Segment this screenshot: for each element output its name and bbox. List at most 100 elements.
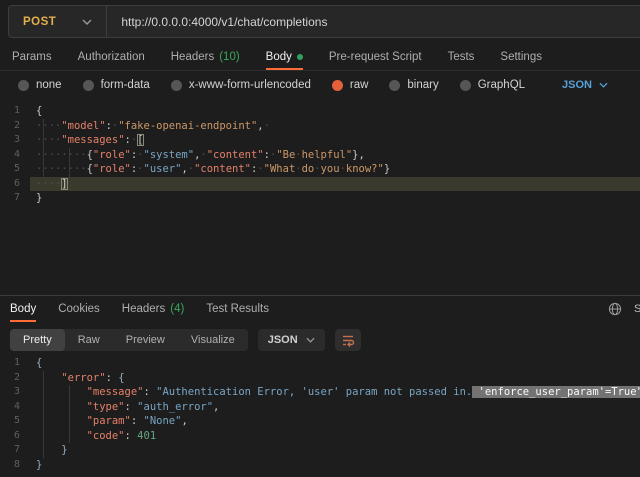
code-line: 6····] bbox=[0, 177, 640, 192]
code-line: 6 "code": 401 bbox=[0, 429, 640, 444]
code-line: 3····"messages":·[ bbox=[0, 133, 640, 148]
headers-count-badge: (10) bbox=[219, 51, 239, 63]
wrap-lines-button[interactable] bbox=[335, 329, 361, 351]
code-line: 7 } bbox=[0, 443, 640, 458]
code-line: 4 "type": "auth_error", bbox=[0, 400, 640, 415]
radio-icon bbox=[18, 80, 29, 91]
response-code-lines: 1{2 "error": {3 "message": "Authenticati… bbox=[0, 353, 640, 472]
code-line: 1{ bbox=[0, 104, 640, 119]
response-tab-body[interactable]: Body bbox=[10, 296, 36, 322]
indent-guide bbox=[43, 371, 44, 458]
active-tab-underline bbox=[266, 68, 303, 70]
view-visualize-button[interactable]: Visualize bbox=[178, 329, 248, 351]
response-toolbar: Pretty Raw Preview Visualize JSON bbox=[0, 327, 640, 353]
code-content: { bbox=[30, 104, 640, 119]
code-line: 2····"model":·"fake-openai-endpoint",· bbox=[0, 119, 640, 134]
tab-params[interactable]: Params bbox=[12, 44, 52, 70]
response-tab-test-results[interactable]: Test Results bbox=[206, 296, 269, 322]
line-number: 8 bbox=[0, 458, 30, 473]
view-raw-button[interactable]: Raw bbox=[65, 329, 113, 351]
view-pretty-button[interactable]: Pretty bbox=[10, 329, 65, 351]
body-type-binary[interactable]: binary bbox=[389, 79, 438, 91]
method-label: POST bbox=[23, 16, 56, 28]
tab-pre-request-script[interactable]: Pre-request Script bbox=[329, 44, 422, 70]
code-content: ········{"role":·"system",·"content":·"B… bbox=[30, 148, 640, 163]
request-body-editor[interactable]: 1{2····"model":·"fake-openai-endpoint",·… bbox=[0, 101, 640, 295]
view-preview-button[interactable]: Preview bbox=[113, 329, 178, 351]
code-content: } bbox=[30, 191, 640, 206]
line-number: 6 bbox=[0, 177, 30, 192]
body-type-x-www-form-urlencoded[interactable]: x-www-form-urlencoded bbox=[171, 79, 311, 91]
code-line: 5 "param": "None", bbox=[0, 414, 640, 429]
response-tab-headers[interactable]: Headers(4) bbox=[122, 296, 185, 322]
tab-authorization[interactable]: Authorization bbox=[78, 44, 145, 70]
code-content: } bbox=[30, 458, 640, 473]
line-number: 7 bbox=[0, 191, 30, 206]
radio-icon bbox=[171, 80, 182, 91]
code-content: ····"model":·"fake-openai-endpoint",· bbox=[30, 119, 640, 134]
response-language-select[interactable]: JSON bbox=[258, 329, 325, 351]
response-headers-count-badge: (4) bbox=[170, 303, 184, 315]
line-number: 7 bbox=[0, 443, 30, 458]
code-line: 1{ bbox=[0, 356, 640, 371]
line-number: 2 bbox=[0, 119, 30, 134]
language-select[interactable]: JSON bbox=[562, 79, 608, 91]
chevron-down-icon bbox=[599, 82, 608, 88]
code-content: } bbox=[30, 443, 640, 458]
radio-icon bbox=[83, 80, 94, 91]
tab-body[interactable]: Body bbox=[266, 44, 303, 70]
chevron-down-icon bbox=[306, 337, 315, 343]
code-content: "code": 401 bbox=[30, 429, 640, 444]
line-number: 2 bbox=[0, 371, 30, 386]
url-input[interactable]: http://0.0.0.0:4000/v1/chat/completions bbox=[107, 15, 327, 29]
body-type-row: none form-data x-www-form-urlencoded raw… bbox=[0, 71, 640, 99]
body-has-content-dot bbox=[297, 54, 303, 60]
code-content: "param": "None", bbox=[30, 414, 640, 429]
line-number: 5 bbox=[0, 162, 30, 177]
response-tab-cookies[interactable]: Cookies bbox=[58, 296, 100, 322]
indent-guide bbox=[69, 385, 70, 443]
line-number: 5 bbox=[0, 414, 30, 429]
body-type-form-data[interactable]: form-data bbox=[83, 79, 150, 91]
code-line: 4········{"role":·"system",·"content":·"… bbox=[0, 148, 640, 163]
line-number: 4 bbox=[0, 148, 30, 163]
code-content: "message": "Authentication Error, 'user'… bbox=[30, 385, 640, 400]
selected-text: 'enforce_user_param'=True" bbox=[472, 386, 640, 398]
response-body-editor[interactable]: 1{2 "error": {3 "message": "Authenticati… bbox=[0, 353, 640, 477]
tab-settings[interactable]: Settings bbox=[500, 44, 542, 70]
code-line: 7} bbox=[0, 191, 640, 206]
request-code-lines: 1{2····"model":·"fake-openai-endpoint",·… bbox=[0, 101, 640, 206]
indent-guide bbox=[69, 148, 70, 177]
code-content: "type": "auth_error", bbox=[30, 400, 640, 415]
network-info-button[interactable] bbox=[608, 302, 622, 316]
chevron-down-icon bbox=[82, 19, 92, 25]
body-type-none[interactable]: none bbox=[18, 79, 62, 91]
body-type-raw[interactable]: raw bbox=[332, 79, 369, 91]
response-meta: S bbox=[608, 296, 640, 322]
code-content: ····"messages":·[ bbox=[30, 133, 640, 148]
line-number: 1 bbox=[0, 356, 30, 371]
code-content: { bbox=[30, 356, 640, 371]
status-label-cutoff: S bbox=[634, 303, 640, 315]
tab-headers[interactable]: Headers(10) bbox=[171, 44, 240, 70]
line-number: 6 bbox=[0, 429, 30, 444]
line-number: 3 bbox=[0, 385, 30, 400]
code-line: 3 "message": "Authentication Error, 'use… bbox=[0, 385, 640, 400]
globe-icon bbox=[608, 302, 622, 316]
code-line: 2 "error": { bbox=[0, 371, 640, 386]
tab-tests[interactable]: Tests bbox=[448, 44, 475, 70]
active-code-line: ····] bbox=[30, 177, 640, 192]
method-selector[interactable]: POST bbox=[9, 16, 106, 28]
indent-guide bbox=[43, 119, 44, 192]
response-view-switcher: Pretty Raw Preview Visualize bbox=[10, 329, 248, 351]
code-line: 8} bbox=[0, 458, 640, 473]
code-content: "error": { bbox=[30, 371, 640, 386]
code-content: ········{"role":·"user",·"content":·"Wha… bbox=[30, 162, 640, 177]
line-number: 3 bbox=[0, 133, 30, 148]
request-tabs: Params Authorization Headers(10) Body Pr… bbox=[0, 44, 640, 71]
wrap-lines-icon bbox=[340, 332, 356, 348]
line-number: 1 bbox=[0, 104, 30, 119]
radio-icon bbox=[389, 80, 400, 91]
code-line: 5········{"role":·"user",·"content":·"Wh… bbox=[0, 162, 640, 177]
body-type-graphql[interactable]: GraphQL bbox=[460, 79, 525, 91]
